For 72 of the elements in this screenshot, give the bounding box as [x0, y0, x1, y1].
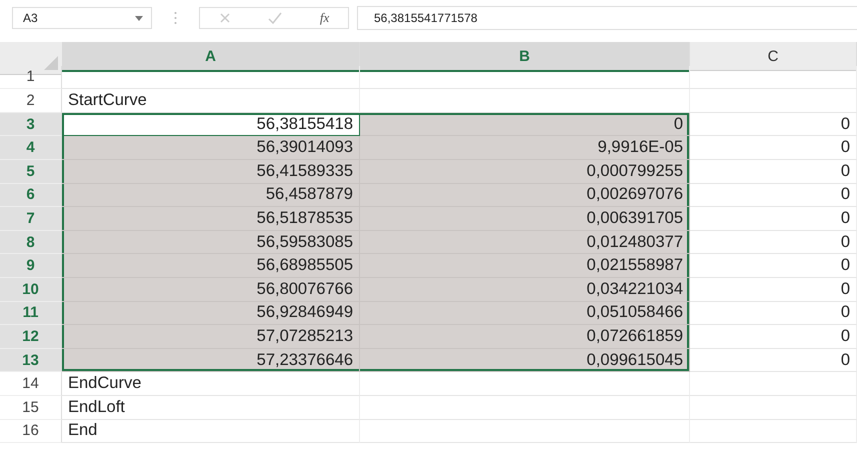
table-cell[interactable]: 56,80076766	[62, 278, 360, 302]
cancel-icon[interactable]	[218, 12, 231, 24]
column-header[interactable]: A	[62, 42, 360, 72]
table-cell[interactable]: 0,034221034	[360, 278, 690, 302]
table-cell[interactable]: 56,39014093	[62, 136, 360, 160]
table-cell[interactable]: 57,07285213	[62, 325, 360, 349]
table-cell[interactable]: 56,4587879	[62, 184, 360, 208]
row-header[interactable]: 1	[0, 66, 62, 90]
table-cell[interactable]: 0	[690, 160, 857, 184]
name-box[interactable]: A3	[12, 7, 152, 29]
table-cell[interactable]: 0	[690, 136, 857, 160]
table-cell[interactable]: 0	[690, 348, 857, 372]
row-header[interactable]: 10	[0, 278, 62, 302]
table-cell[interactable]: 9,9916E-05	[360, 136, 690, 160]
table-cell[interactable]: 0	[690, 230, 857, 254]
table-cell[interactable]: EndLoft	[62, 396, 360, 420]
table-cell[interactable]: 0	[690, 112, 857, 136]
row-header[interactable]: 3	[0, 112, 62, 136]
table-cell[interactable]	[690, 372, 857, 396]
table-cell[interactable]: 56,51878535	[62, 207, 360, 231]
insert-function-button[interactable]: fx	[320, 10, 330, 26]
table-cell[interactable]: 0,021558987	[360, 254, 690, 278]
table-cell[interactable]: 0,072661859	[360, 325, 690, 349]
table-cell[interactable]	[62, 66, 360, 90]
row-header[interactable]: 8	[0, 230, 62, 254]
table-cell[interactable]	[690, 420, 857, 444]
row-header[interactable]: 11	[0, 302, 62, 326]
row-header[interactable]: 7	[0, 207, 62, 231]
table-cell[interactable]: EndCurve	[62, 372, 360, 396]
table-cell[interactable]: 0	[690, 207, 857, 231]
checkmark-icon[interactable]	[268, 12, 282, 24]
row-header[interactable]: 13	[0, 348, 62, 372]
table-cell[interactable]: 56,92846949	[62, 302, 360, 326]
row-header[interactable]: 16	[0, 420, 62, 444]
table-cell[interactable]: 0	[690, 278, 857, 302]
row-header[interactable]: 12	[0, 325, 62, 349]
row-header[interactable]: 14	[0, 372, 62, 396]
column-header[interactable]: C	[690, 42, 857, 71]
row-header[interactable]: 9	[0, 254, 62, 278]
table-cell[interactable]: 0,012480377	[360, 230, 690, 254]
drag-handle-icon[interactable]	[174, 11, 177, 25]
table-cell[interactable]: 0,099615045	[360, 348, 690, 372]
formula-field[interactable]: 56,3815541771578	[357, 6, 857, 30]
table-cell[interactable]: 0,002697076	[360, 184, 690, 208]
triangle-icon	[44, 56, 58, 70]
table-cell[interactable]: 57,23376646	[62, 348, 360, 372]
table-cell[interactable]: 56,41589335	[62, 160, 360, 184]
table-cell[interactable]	[360, 396, 690, 420]
row-header[interactable]: 5	[0, 160, 62, 184]
caret-icon[interactable]	[135, 16, 143, 20]
table-cell[interactable]: 0	[690, 325, 857, 349]
table-cell[interactable]	[690, 89, 857, 113]
table-cell[interactable]	[690, 396, 857, 420]
table-cell[interactable]: 0	[360, 112, 690, 136]
table-cell[interactable]: End	[62, 420, 360, 444]
table-cell[interactable]: 0,000799255	[360, 160, 690, 184]
table-cell[interactable]: 0,006391705	[360, 207, 690, 231]
table-cell[interactable]	[690, 66, 857, 90]
row-header[interactable]: 6	[0, 184, 62, 208]
table-cell[interactable]: 56,68985505	[62, 254, 360, 278]
table-cell[interactable]: 0	[690, 184, 857, 208]
table-cell[interactable]	[360, 420, 690, 444]
table-cell[interactable]: 0	[690, 302, 857, 326]
table-cell[interactable]	[360, 66, 690, 90]
table-cell[interactable]	[360, 372, 690, 396]
table-cell[interactable]: 56,38155418	[62, 112, 360, 136]
table-cell[interactable]: 0	[690, 254, 857, 278]
table-cell[interactable]: 56,59583085	[62, 230, 360, 254]
row-header[interactable]: 15	[0, 396, 62, 420]
row-header[interactable]: 4	[0, 136, 62, 160]
table-cell[interactable]: 0,051058466	[360, 302, 690, 326]
column-header[interactable]: B	[360, 42, 690, 72]
